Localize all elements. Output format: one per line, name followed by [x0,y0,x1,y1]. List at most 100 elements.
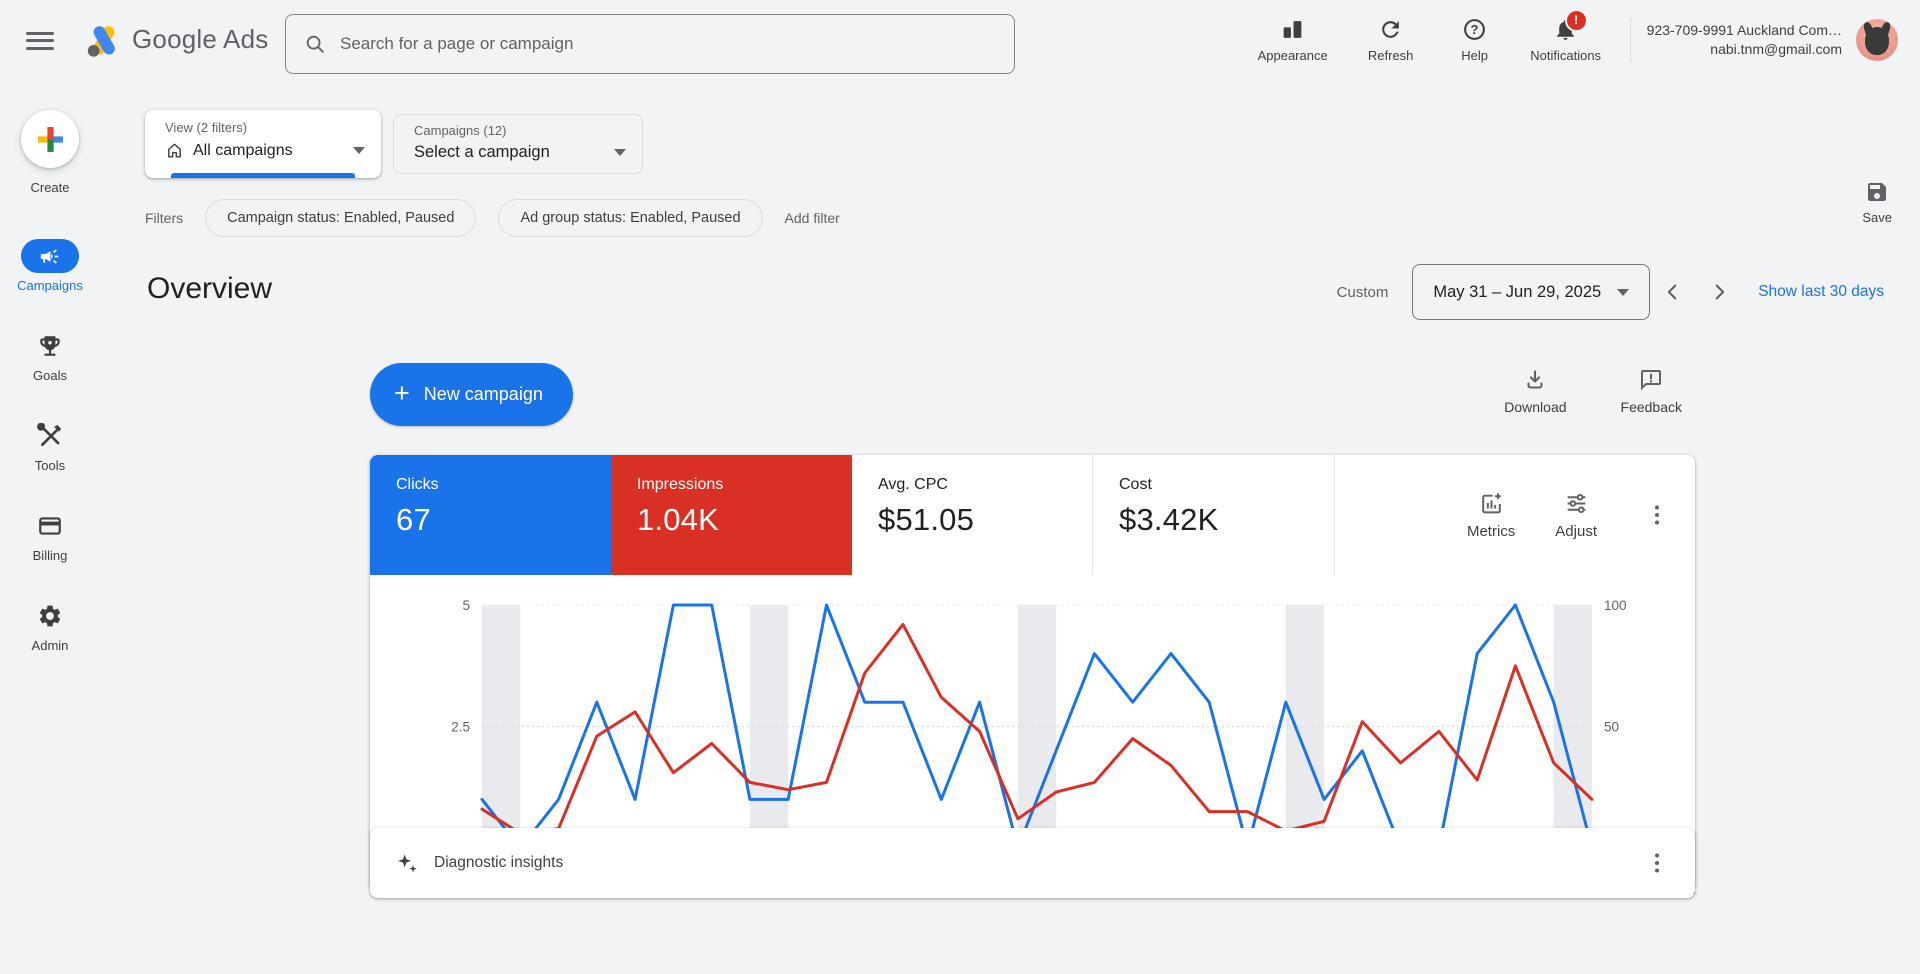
new-campaign-button[interactable]: + New campaign [370,363,573,426]
svg-text:50: 50 [1604,720,1619,735]
filters-label: Filters [145,210,183,226]
scorecard-label: Impressions [637,476,852,494]
feedback-icon [1639,368,1663,392]
filter-chip-ad-group-status[interactable]: Ad group status: Enabled, Paused [498,199,762,237]
create-label: Create [30,180,69,195]
global-search[interactable] [285,14,1015,74]
home-icon [165,141,184,160]
chevron-down-icon [1617,289,1629,296]
campaign-selector-value: Select a campaign [414,143,550,162]
avatar[interactable] [1856,19,1898,61]
campaign-selector-label: Campaigns (12) [414,123,626,138]
scorecard-clicks[interactable]: Clicks 67 [370,455,611,575]
scorecard-avg-cpc[interactable]: Avg. CPC $51.05 [852,455,1093,575]
sidebar-item-goals[interactable]: Goals [21,329,79,383]
chevron-left-icon [1662,281,1684,303]
add-filter-button[interactable]: Add filter [785,210,840,226]
date-range-value: May 31 – Jun 29, 2025 [1433,283,1601,302]
save-icon [1865,180,1889,204]
chevron-down-icon [614,149,626,156]
overview-card: Clicks 67 Impressions 1.04K Avg. CPC $51… [370,455,1695,890]
main-menu-button[interactable] [26,27,54,53]
view-value: All campaigns [193,142,293,160]
campaign-selector[interactable]: Campaigns (12) Select a campaign [393,114,643,174]
insights-title: Diagnostic insights [434,854,563,872]
metrics-button[interactable]: Metrics [1467,491,1515,540]
metrics-label: Metrics [1467,523,1515,540]
scorecard-value: $51.05 [878,502,1092,538]
main-content: View (2 filters) All campaigns Campaigns… [100,80,1920,974]
chevron-down-icon [353,147,365,154]
download-icon [1523,368,1547,392]
billing-icon [37,513,63,539]
sidebar-nav: Campaigns Goals [17,239,83,653]
svg-text:100: 100 [1604,598,1627,613]
chart-actions: Download Feedback [1504,368,1682,415]
account-email: nabi.tnm@gmail.com [1647,40,1842,59]
save-button[interactable]: Save [1862,180,1892,225]
help-icon: ? [1462,17,1487,42]
date-range-button[interactable]: May 31 – Jun 29, 2025 [1412,264,1650,320]
chevron-right-icon [1708,281,1730,303]
sidebar-item-campaigns[interactable]: Campaigns [17,239,83,293]
view-label: View (2 filters) [165,120,365,135]
date-range-cluster: Custom May 31 – Jun 29, 2025 Show last 3… [1337,264,1884,320]
notifications-button[interactable]: ! Notifications [1510,17,1622,63]
diagnostic-insights-card[interactable]: Diagnostic insights [370,828,1695,898]
view-selector[interactable]: View (2 filters) All campaigns [145,110,381,178]
more-options-button[interactable] [1645,503,1669,527]
adjust-button[interactable]: Adjust [1555,491,1597,540]
topbar-divider [1630,18,1631,62]
scorecard-value: 1.04K [637,502,852,538]
create-button[interactable]: Create [21,110,79,195]
scorecard-value: 67 [396,502,611,538]
adjust-label: Adjust [1555,523,1597,540]
scorecard-strip: Clicks 67 Impressions 1.04K Avg. CPC $51… [370,455,1695,575]
sidebar-item-billing[interactable]: Billing [21,509,79,563]
scorecard-label: Avg. CPC [878,476,1092,494]
help-button[interactable]: ? Help [1440,17,1510,63]
show-last-30-days-link[interactable]: Show last 30 days [1758,283,1884,301]
appearance-button[interactable]: Appearance [1244,17,1342,63]
chart-tools-cell: Metrics Adjust [1334,455,1695,575]
more-options-button[interactable] [1645,851,1669,875]
sparkle-icon [396,852,419,875]
sidebar-item-tools[interactable]: Tools [21,419,79,473]
account-info[interactable]: 923-709-9991 Auckland Com… nabi.tnm@gmai… [1647,21,1842,59]
filter-chip-campaign-status[interactable]: Campaign status: Enabled, Paused [205,199,476,237]
range-mode-label: Custom [1337,284,1389,301]
previous-period-button[interactable] [1650,269,1696,315]
plus-icon [37,126,64,153]
metrics-icon [1479,491,1504,516]
account-number: 923-709-9991 Auckland Com… [1647,21,1842,40]
megaphone-icon [39,246,60,267]
top-bar: Google Ads Appearance Refresh ? [0,0,1920,80]
plus-icon: + [394,380,410,407]
sidebar: Create Campaigns Goals [0,80,100,974]
page-title: Overview [147,272,272,306]
active-view-underline [171,173,355,178]
filter-bar: Filters Campaign status: Enabled, Paused… [145,199,840,237]
search-input[interactable] [338,33,996,55]
avatar-photo [1865,27,1889,55]
next-period-button[interactable] [1696,269,1742,315]
download-button[interactable]: Download [1504,368,1566,415]
appearance-icon [1280,17,1305,42]
svg-text:?: ? [1471,22,1479,37]
sidebar-item-admin[interactable]: Admin [21,599,79,653]
feedback-button[interactable]: Feedback [1621,368,1682,415]
download-label: Download [1504,399,1566,415]
svg-text:2.5: 2.5 [451,720,470,735]
google-ads-logo-icon [84,20,124,60]
scorecard-cost[interactable]: Cost $3.42K [1093,455,1334,575]
tools-icon [37,423,63,449]
scorecard-impressions[interactable]: Impressions 1.04K [611,455,852,575]
feedback-label: Feedback [1621,399,1682,415]
new-campaign-label: New campaign [424,384,543,405]
notification-badge: ! [1565,9,1588,32]
refresh-icon [1378,17,1403,42]
scorecard-label: Cost [1119,476,1334,494]
search-icon [304,33,326,55]
refresh-button[interactable]: Refresh [1342,17,1440,63]
scorecard-value: $3.42K [1119,502,1334,538]
